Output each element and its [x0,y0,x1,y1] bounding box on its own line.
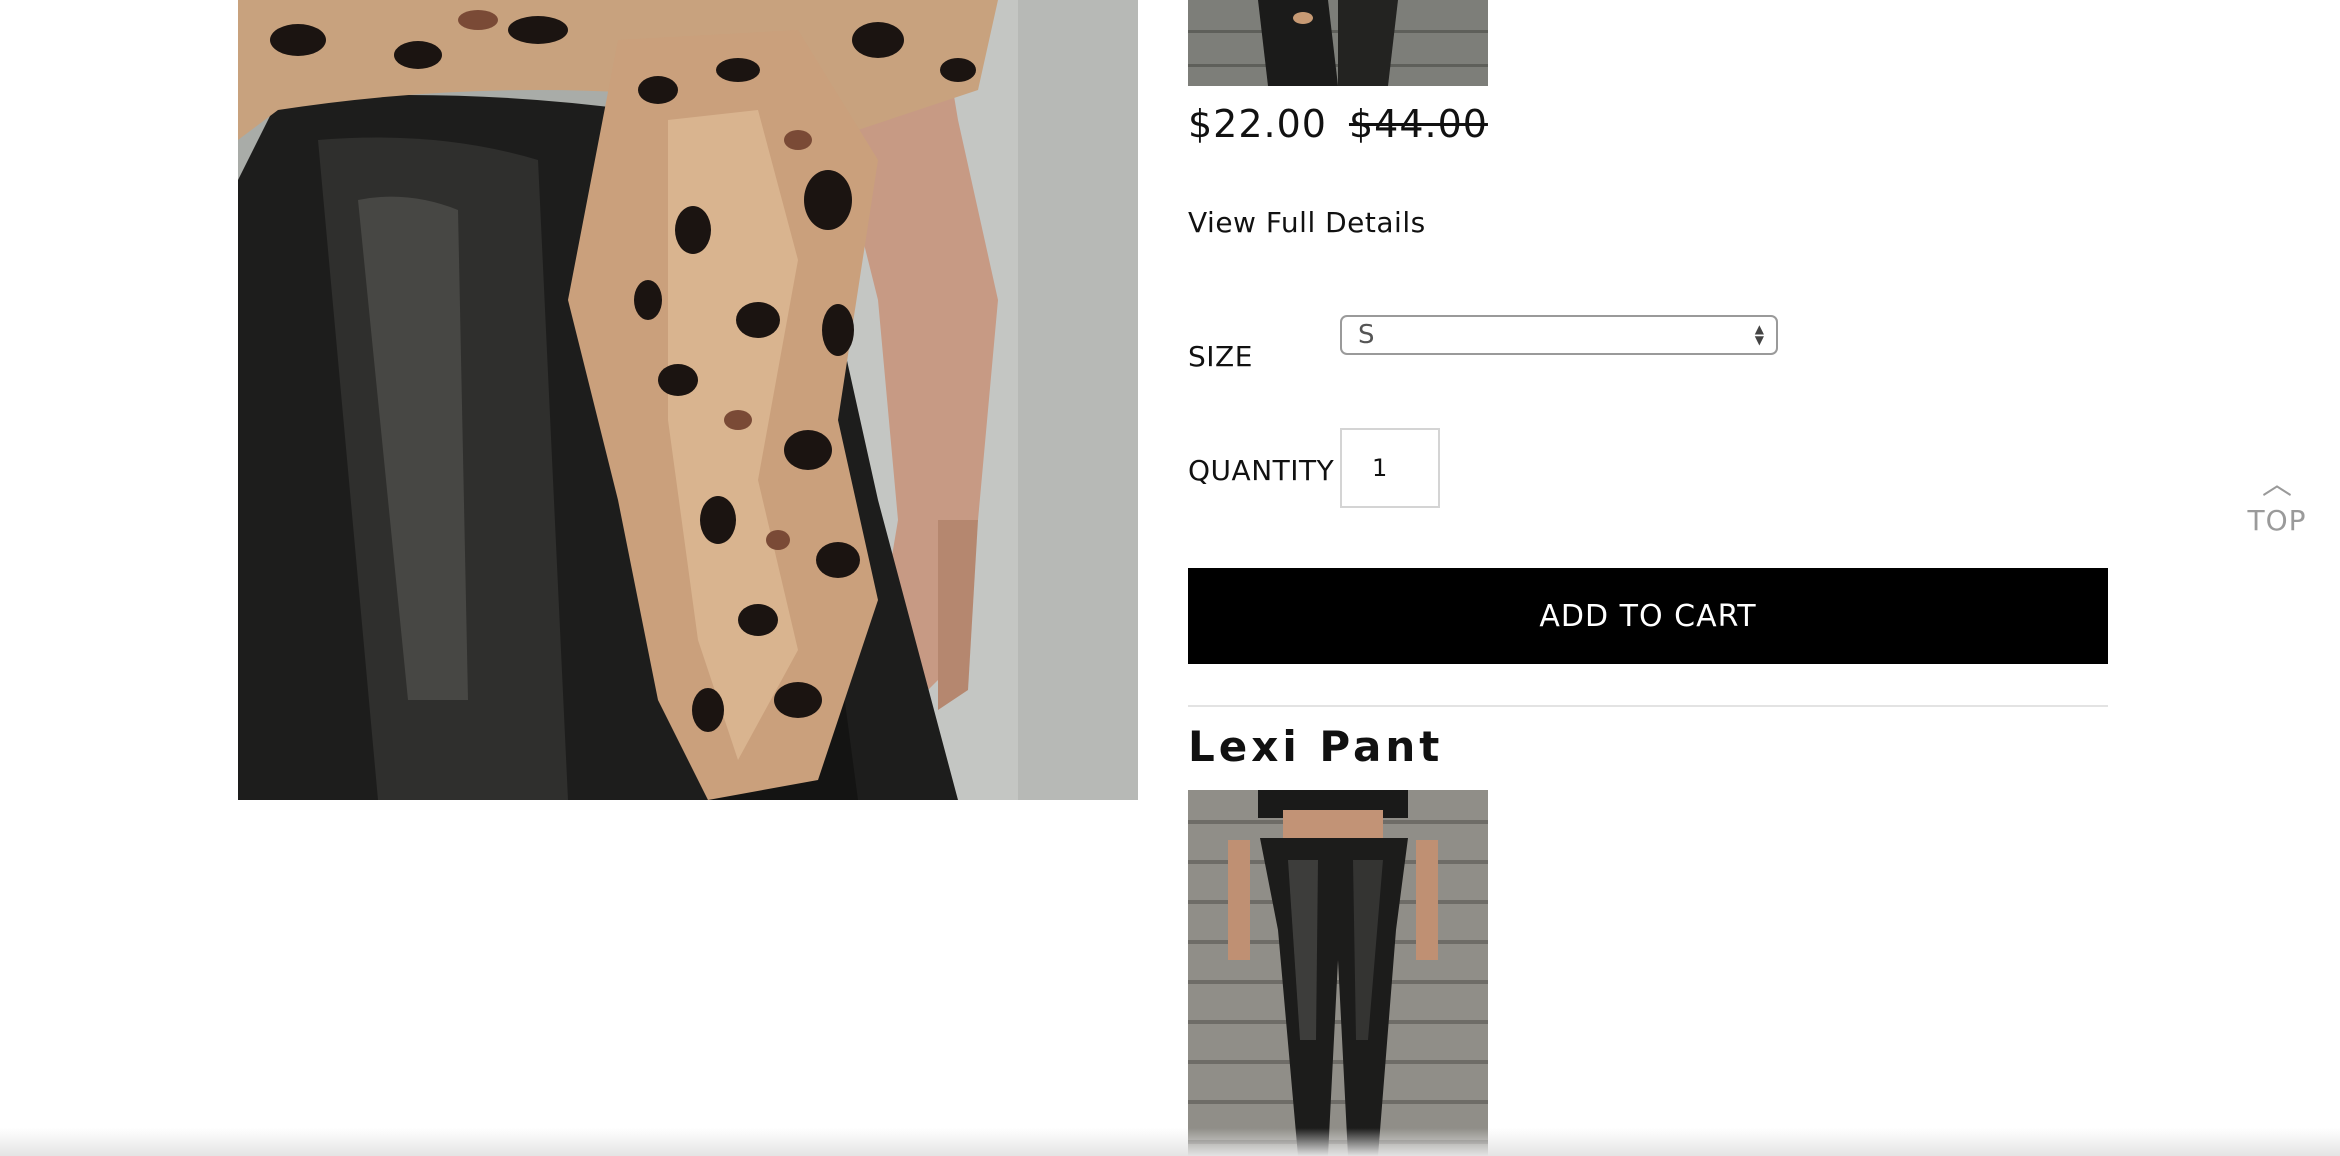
quantity-input[interactable]: 1 [1340,428,1440,508]
sale-price: $22.00 [1188,102,1327,146]
back-to-top-button[interactable]: ︿ TOP [2244,467,2310,538]
view-full-details-link[interactable]: View Full Details [1188,206,1426,239]
size-select-value: S [1358,320,1375,350]
select-arrows-icon: ▲ ▼ [1754,322,1764,347]
size-select[interactable]: S ▲ ▼ [1340,315,1778,355]
size-label: SIZE [1188,340,1253,373]
product-title[interactable]: Lexi Pant [1188,722,1443,771]
product-page: $22.00 $44.00 View Full Details SIZE S ▲… [0,0,2340,1156]
lexi-pant-image[interactable] [1188,790,1488,1156]
original-price: $44.00 [1348,102,1488,146]
main-product-image [238,0,1138,800]
chevron-up-icon: ︿ [2262,467,2292,502]
divider [1188,705,2108,707]
price-row: $22.00 $44.00 [1188,96,1488,152]
back-to-top-label: TOP [2247,504,2307,537]
bottom-edge-shadow [0,1128,2340,1156]
add-to-cart-button[interactable]: ADD TO CART [1188,568,2108,664]
product-thumbnail[interactable] [1188,0,1488,86]
quantity-label: QUANTITY [1188,454,1335,487]
